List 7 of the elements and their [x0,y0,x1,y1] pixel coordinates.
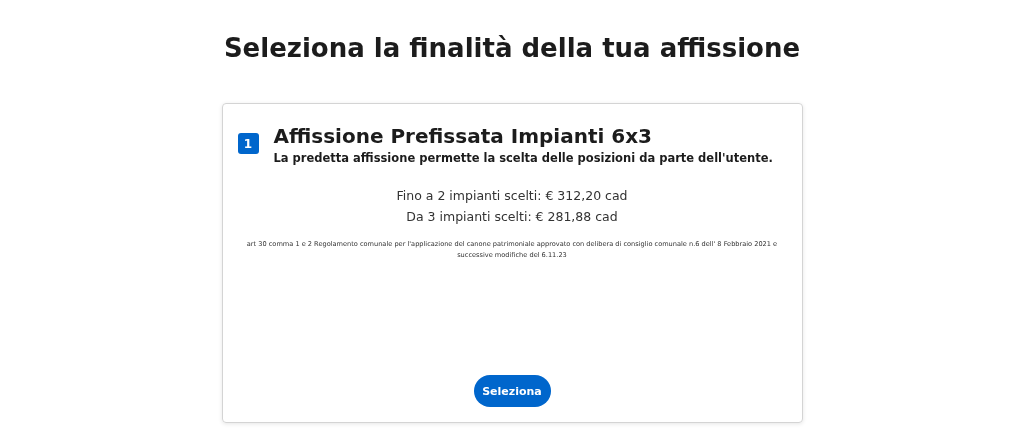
card-title: Affissione Prefissata Impianti 6x3 [273,123,653,149]
price-text: Fino a 2 impianti scelti: € 312,20 cad [395,187,629,205]
page-title: Seleziona la finalità della tua affissione [223,32,801,65]
price-text: Da 3 impianti scelti: € 281,88 cad [405,208,619,226]
select-button[interactable]: Seleziona [473,375,551,407]
number-badge: 1 [237,133,259,154]
card-description: La predetta affissione permette la scelta delle posizioni da parte dell'utente. [273,150,773,167]
